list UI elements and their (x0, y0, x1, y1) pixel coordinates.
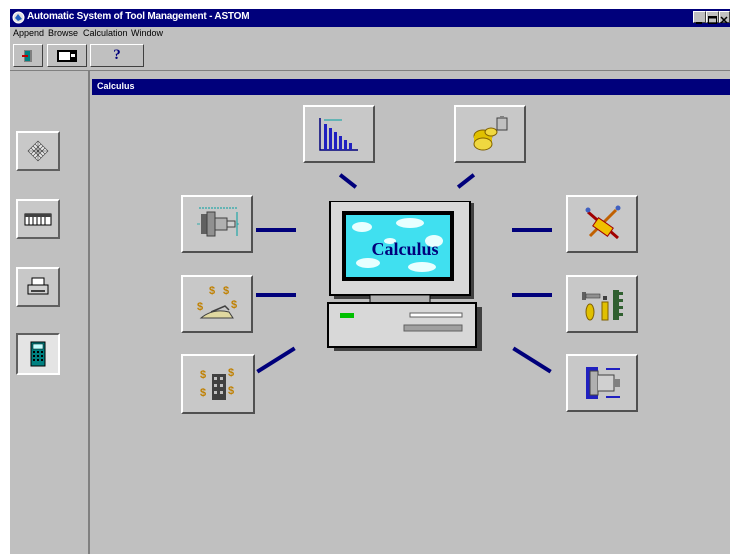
title-bar[interactable]: Automatic System of Tool Management - AS… (10, 9, 730, 27)
sidebar (10, 71, 90, 554)
main-window: Automatic System of Tool Management - AS… (10, 9, 730, 554)
help-question-icon: ? (113, 47, 121, 63)
connector-line (256, 346, 296, 374)
calc-button-cutting-tool[interactable] (566, 195, 638, 253)
dollar-building-icon: $ $ $ $ (200, 367, 234, 400)
sidebar-button-table[interactable] (16, 199, 60, 239)
svg-text:$: $ (228, 385, 234, 397)
exit-door-icon (22, 49, 32, 62)
connector-line (256, 293, 296, 297)
computer-illustration: Calculus (320, 200, 490, 361)
shaft-drawing-icon (197, 207, 239, 237)
svg-text:$: $ (209, 285, 215, 297)
connector-line (256, 228, 296, 232)
menu-append[interactable]: Append (13, 28, 44, 38)
app-icon (12, 11, 25, 24)
connector-line (456, 173, 476, 189)
connector-line (512, 293, 552, 297)
toolbar: ? (10, 42, 730, 71)
menu-window[interactable]: Window (131, 28, 163, 38)
calc-button-dollar-building[interactable]: $ $ $ $ (181, 354, 255, 414)
calc-button-tool-gear[interactable] (566, 275, 638, 333)
menu-calculation[interactable]: Calculation (83, 28, 128, 38)
svg-text:$: $ (200, 387, 206, 399)
minimize-icon (696, 22, 702, 24)
calculator-icon (30, 341, 46, 367)
bar-chart-icon (319, 118, 358, 151)
menu-browse[interactable]: Browse (48, 28, 78, 38)
menu-bar: Append Browse Calculation Window (10, 27, 730, 41)
svg-text:$: $ (200, 369, 206, 381)
maximize-button[interactable] (706, 11, 719, 24)
computer-icon (327, 200, 482, 351)
screen-label: Calculus (371, 239, 439, 259)
calc-button-spindle[interactable] (566, 354, 638, 412)
calculus-panel: $ $ $ $ $ $ $ $ Calculus (92, 95, 730, 554)
svg-text:$: $ (197, 301, 203, 313)
connector-line (512, 346, 552, 374)
help-button[interactable]: ? (90, 44, 144, 67)
minimize-button[interactable] (693, 11, 706, 24)
close-button[interactable] (719, 11, 730, 24)
calc-button-chart[interactable] (303, 105, 375, 163)
calc-button-shaft[interactable] (181, 195, 253, 253)
tool-gear-icon (582, 290, 623, 321)
cutting-tool-icon (585, 205, 621, 240)
calculus-title-bar[interactable]: Calculus (92, 79, 730, 95)
cylinders-weight-icon (473, 116, 508, 151)
printer-icon (27, 277, 49, 295)
exit-button[interactable] (13, 44, 43, 67)
close-icon (720, 16, 728, 24)
calc-button-dollar-hand[interactable]: $ $ $ $ (181, 275, 253, 333)
dollar-hand-icon: $$ $$ (197, 285, 237, 319)
maximize-icon (708, 16, 717, 24)
table-list-icon (24, 213, 52, 226)
svg-text:$: $ (231, 299, 237, 311)
window-title: Automatic System of Tool Management - AS… (27, 11, 250, 22)
grid-pattern-icon (27, 140, 49, 162)
view-button[interactable] (47, 44, 87, 67)
sidebar-button-print[interactable] (16, 267, 60, 307)
calculus-window: Calculus $ $ $ $ $ $ $ $ Calculus (92, 79, 730, 554)
spindle-holder-icon (586, 367, 620, 399)
sidebar-button-calculator[interactable] (16, 333, 60, 375)
sidebar-button-grid[interactable] (16, 131, 60, 171)
svg-text:$: $ (223, 285, 229, 297)
calculus-window-title: Calculus (97, 81, 135, 91)
connector-line (338, 173, 358, 189)
connector-line (512, 228, 552, 232)
calc-button-cylinders[interactable] (454, 105, 526, 163)
svg-text:$: $ (228, 367, 234, 379)
screen-view-icon (57, 49, 77, 62)
